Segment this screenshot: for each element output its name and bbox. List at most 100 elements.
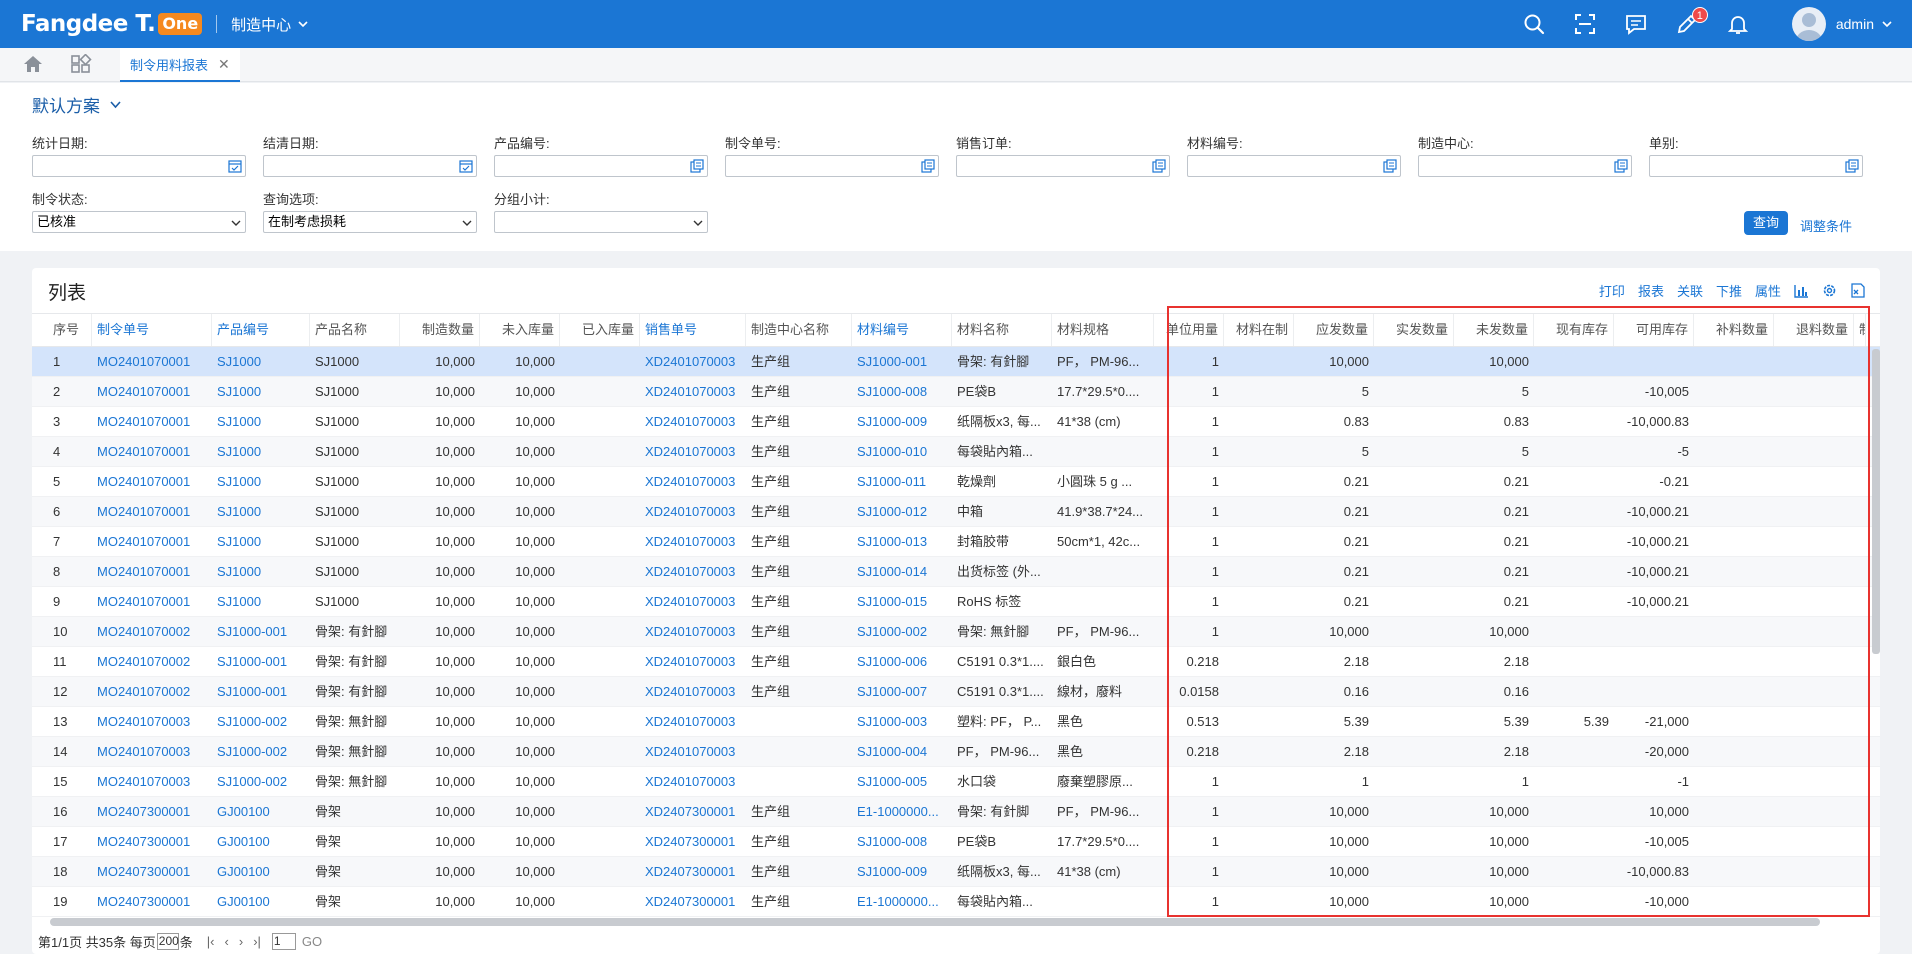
cell-order-no[interactable]: MO2407300001 <box>92 857 212 886</box>
cell-material-no[interactable]: SJ1000-005 <box>852 767 952 796</box>
cell-order-no[interactable]: MO2401070001 <box>92 347 212 376</box>
print-button[interactable]: 打印 <box>1599 281 1625 300</box>
cell-material-no[interactable]: SJ1000-013 <box>852 527 952 556</box>
cell-material-no[interactable]: SJ1000-014 <box>852 557 952 586</box>
table-row[interactable]: 5 MO2401070001 SJ1000 SJ1000 10,000 10,000 XD2… <box>32 467 1880 497</box>
cell-product-no[interactable]: GJ00100 <box>212 797 310 826</box>
table-row[interactable]: 9 MO2401070001 SJ1000 SJ1000 10,000 10,000 XD2… <box>32 587 1880 617</box>
cell-sales-no[interactable]: XD2401070003 <box>640 467 746 496</box>
lookup-icon[interactable] <box>1614 159 1628 179</box>
table-row[interactable]: 14 MO2401070003 SJ1000-002 骨架: 無針腳 10,000 10,… <box>32 737 1880 767</box>
cell-material-no[interactable]: SJ1000-004 <box>852 737 952 766</box>
table-row[interactable]: 17 MO2407300001 GJ00100 骨架 10,000 10,000 XD240… <box>32 827 1880 857</box>
table-row[interactable]: 18 MO2407300001 GJ00100 骨架 10,000 10,000 XD240… <box>32 857 1880 887</box>
lookup-icon[interactable] <box>1845 159 1859 179</box>
cell-order-no[interactable]: MO2401070003 <box>92 767 212 796</box>
cell-sales-no[interactable]: XD2407300001 <box>640 857 746 886</box>
close-date-input[interactable] <box>263 155 477 177</box>
scan-icon[interactable] <box>1573 12 1597 36</box>
table-row[interactable]: 4 MO2401070001 SJ1000 SJ1000 10,000 10,000 XD2… <box>32 437 1880 467</box>
cell-material-no[interactable]: SJ1000-001 <box>852 347 952 376</box>
cell-product-no[interactable]: GJ00100 <box>212 857 310 886</box>
cell-order-no[interactable]: MO2407300001 <box>92 887 212 916</box>
cell-material-no[interactable]: SJ1000-006 <box>852 647 952 676</box>
col-header-product-name[interactable]: 产品名称 <box>310 314 400 346</box>
cell-order-no[interactable]: MO2401070001 <box>92 467 212 496</box>
prev-page-icon[interactable]: ‹ <box>225 934 229 949</box>
push-down-button[interactable]: 下推 <box>1716 281 1742 300</box>
adjust-conditions-link[interactable]: 调整条件 <box>1800 216 1852 235</box>
cell-product-no[interactable]: SJ1000 <box>212 587 310 616</box>
next-page-icon[interactable]: › <box>239 934 243 949</box>
chevron-down-icon[interactable] <box>692 215 704 235</box>
col-header-more[interactable]: 制 <box>1854 314 1866 346</box>
cell-order-no[interactable]: MO2401070001 <box>92 377 212 406</box>
table-row[interactable]: 6 MO2401070001 SJ1000 SJ1000 10,000 10,000 XD2… <box>32 497 1880 527</box>
col-header-issued-qty[interactable]: 实发数量 <box>1374 314 1454 346</box>
col-header-material-no[interactable]: 材料编号 <box>852 314 952 346</box>
lookup-icon[interactable] <box>1152 159 1166 179</box>
message-icon[interactable] <box>1624 12 1648 36</box>
cell-product-no[interactable]: SJ1000-002 <box>212 737 310 766</box>
cell-product-no[interactable]: SJ1000 <box>212 467 310 496</box>
lookup-icon[interactable] <box>690 159 704 179</box>
order-no-input[interactable] <box>725 155 939 177</box>
col-header-unissued-qty[interactable]: 未发数量 <box>1454 314 1534 346</box>
cell-product-no[interactable]: GJ00100 <box>212 887 310 916</box>
cell-material-no[interactable]: SJ1000-003 <box>852 707 952 736</box>
search-icon[interactable] <box>1522 12 1546 36</box>
table-row[interactable]: 19 MO2407300001 GJ00100 骨架 10,000 10,000 XD240… <box>32 887 1880 917</box>
cell-material-no[interactable]: SJ1000-008 <box>852 827 952 856</box>
cell-material-no[interactable]: SJ1000-007 <box>852 677 952 706</box>
group-subtotal-select[interactable] <box>494 211 708 233</box>
lookup-icon[interactable] <box>1383 159 1397 179</box>
table-row[interactable]: 15 MO2401070003 SJ1000-002 骨架: 無針腳 10,000 10,… <box>32 767 1880 797</box>
table-row[interactable]: 1 MO2401070001 SJ1000 SJ1000 10,000 10,000 XD2… <box>32 347 1880 377</box>
table-row[interactable]: 11 MO2401070002 SJ1000-001 骨架: 有針腳 10,000 10,… <box>32 647 1880 677</box>
sales-order-input[interactable] <box>956 155 1170 177</box>
cell-product-no[interactable]: SJ1000 <box>212 527 310 556</box>
last-page-icon[interactable]: ›| <box>253 934 261 949</box>
chart-icon[interactable] <box>1794 284 1809 298</box>
home-icon[interactable] <box>22 54 44 74</box>
bell-icon[interactable] <box>1726 12 1750 36</box>
cell-product-no[interactable]: SJ1000-002 <box>212 707 310 736</box>
chevron-down-icon[interactable] <box>1882 20 1892 28</box>
cell-sales-no[interactable]: XD2401070003 <box>640 617 746 646</box>
col-header-current-stock[interactable]: 现有库存 <box>1534 314 1614 346</box>
apps-icon[interactable] <box>70 54 92 74</box>
close-icon[interactable]: ✕ <box>218 56 230 73</box>
table-row[interactable]: 16 MO2407300001 GJ00100 骨架 10,000 10,000 XD240… <box>32 797 1880 827</box>
col-header-mfg-qty[interactable]: 制造数量 <box>400 314 480 346</box>
cell-sales-no[interactable]: XD2401070003 <box>640 377 746 406</box>
chevron-down-icon[interactable] <box>461 215 473 235</box>
cell-sales-no[interactable]: XD2401070003 <box>640 497 746 526</box>
first-page-icon[interactable]: |‹ <box>207 934 215 949</box>
col-header-available-stock[interactable]: 可用库存 <box>1614 314 1694 346</box>
cell-order-no[interactable]: MO2401070001 <box>92 407 212 436</box>
cell-sales-no[interactable]: XD2407300001 <box>640 797 746 826</box>
cell-material-no[interactable]: E1-1000000... <box>852 797 952 826</box>
cell-order-no[interactable]: MO2401070001 <box>92 437 212 466</box>
col-header-in-qty[interactable]: 已入库量 <box>560 314 640 346</box>
cell-sales-no[interactable]: XD2401070003 <box>640 677 746 706</box>
cell-product-no[interactable]: SJ1000 <box>212 437 310 466</box>
cell-sales-no[interactable]: XD2401070003 <box>640 407 746 436</box>
calendar-icon[interactable] <box>459 159 473 179</box>
query-option-select[interactable]: 在制考虑损耗 <box>263 211 477 233</box>
cell-product-no[interactable]: SJ1000 <box>212 497 310 526</box>
cell-material-no[interactable]: SJ1000-002 <box>852 617 952 646</box>
col-header-supplement-qty[interactable]: 补料数量 <box>1694 314 1774 346</box>
material-no-input[interactable] <box>1187 155 1401 177</box>
table-row[interactable]: 7 MO2401070001 SJ1000 SJ1000 10,000 10,000 XD2… <box>32 527 1880 557</box>
page-size-input[interactable]: 200 <box>156 932 179 950</box>
calendar-icon[interactable] <box>228 159 242 179</box>
app-logo[interactable]: Fangdee T. One <box>21 11 203 37</box>
query-button[interactable]: 查询 <box>1744 211 1788 235</box>
col-header-material-name[interactable]: 材料名称 <box>952 314 1052 346</box>
cell-material-no[interactable]: E1-1000000... <box>852 887 952 916</box>
cell-product-no[interactable]: SJ1000-001 <box>212 647 310 676</box>
cell-material-no[interactable]: SJ1000-010 <box>852 437 952 466</box>
link-button[interactable]: 关联 <box>1677 281 1703 300</box>
cell-sales-no[interactable]: XD2401070003 <box>640 527 746 556</box>
